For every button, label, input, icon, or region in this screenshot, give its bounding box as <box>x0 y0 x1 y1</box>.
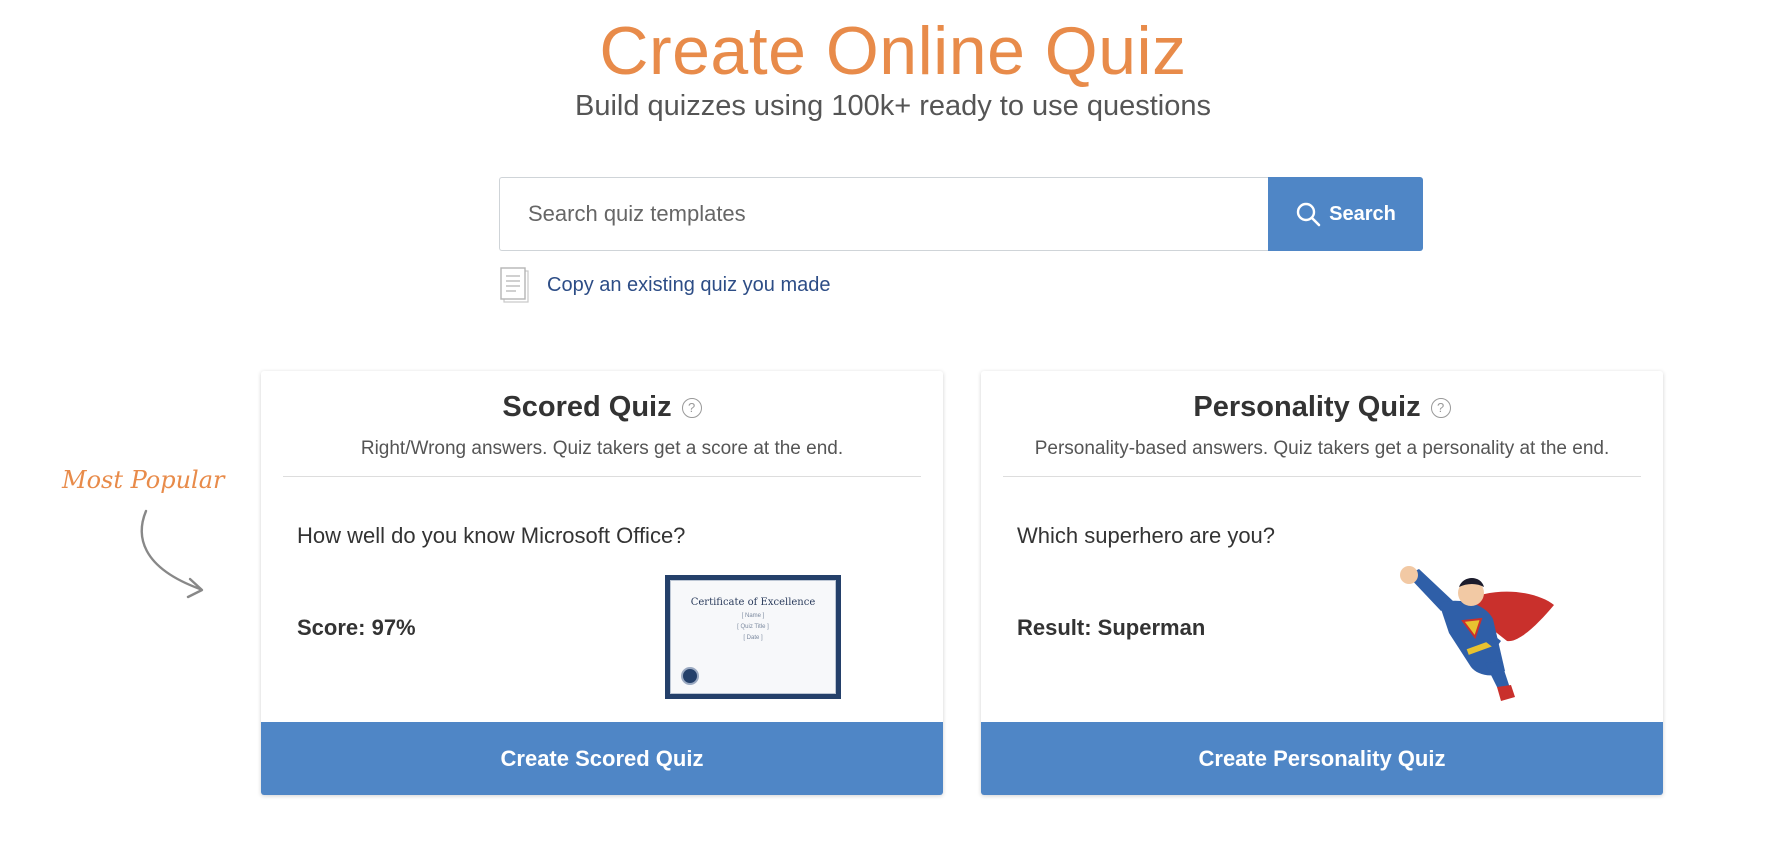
help-icon[interactable]: ? <box>681 397 702 418</box>
certificate-line: [ Date ] <box>743 635 763 641</box>
certificate-image: Certificate of Excellence [ Name ] [ Qui… <box>665 575 841 699</box>
search-icon <box>1296 202 1321 227</box>
page-title: Create Online Quiz <box>599 13 1187 89</box>
personality-quiz-card: Personality Quiz ? Personality-based ans… <box>981 371 1663 795</box>
search-input[interactable] <box>499 177 1268 251</box>
example-result: Result: Superman <box>1017 615 1206 640</box>
copy-link-label: Copy an existing quiz you made <box>547 273 831 296</box>
search-button-label: Search <box>1329 202 1396 225</box>
card-divider <box>1003 476 1641 477</box>
card-description: Personality-based answers. Quiz takers g… <box>1034 438 1610 459</box>
help-icon[interactable]: ? <box>1430 397 1451 418</box>
document-icon <box>500 267 529 303</box>
most-popular-label: Most Popular <box>62 466 225 494</box>
card-divider <box>283 476 921 477</box>
example-question: How well do you know Microsoft Office? <box>297 523 686 548</box>
card-title: Scored Quiz ? <box>502 391 702 424</box>
card-title: Personality Quiz ? <box>1193 391 1451 424</box>
page-subtitle: Build quizzes using 100k+ ready to use q… <box>575 90 1211 122</box>
certificate-line: [ Name ] <box>741 613 765 619</box>
superhero-illustration <box>1400 566 1554 701</box>
scored-quiz-card: Scored Quiz ? Right/Wrong answers. Quiz … <box>261 371 943 795</box>
card-title-text: Personality Quiz <box>1193 391 1421 423</box>
curved-arrow-icon <box>140 509 204 599</box>
example-question: Which superhero are you? <box>1017 523 1276 548</box>
certificate-line: [ Quiz Title ] <box>737 624 769 630</box>
card-title-text: Scored Quiz <box>502 391 672 423</box>
certificate-title: Certificate of Excellence <box>690 597 816 608</box>
card-description: Right/Wrong answers. Quiz takers get a s… <box>360 438 844 459</box>
copy-existing-quiz-link[interactable]: Copy an existing quiz you made <box>499 266 831 304</box>
create-personality-quiz-button[interactable]: Create Personality Quiz <box>981 722 1663 795</box>
search-button[interactable]: Search <box>1268 177 1423 251</box>
create-scored-quiz-button[interactable]: Create Scored Quiz <box>261 722 943 795</box>
certificate-seal-icon <box>681 667 699 685</box>
example-result: Score: 97% <box>297 615 416 640</box>
search-bar: Search <box>499 177 1423 251</box>
